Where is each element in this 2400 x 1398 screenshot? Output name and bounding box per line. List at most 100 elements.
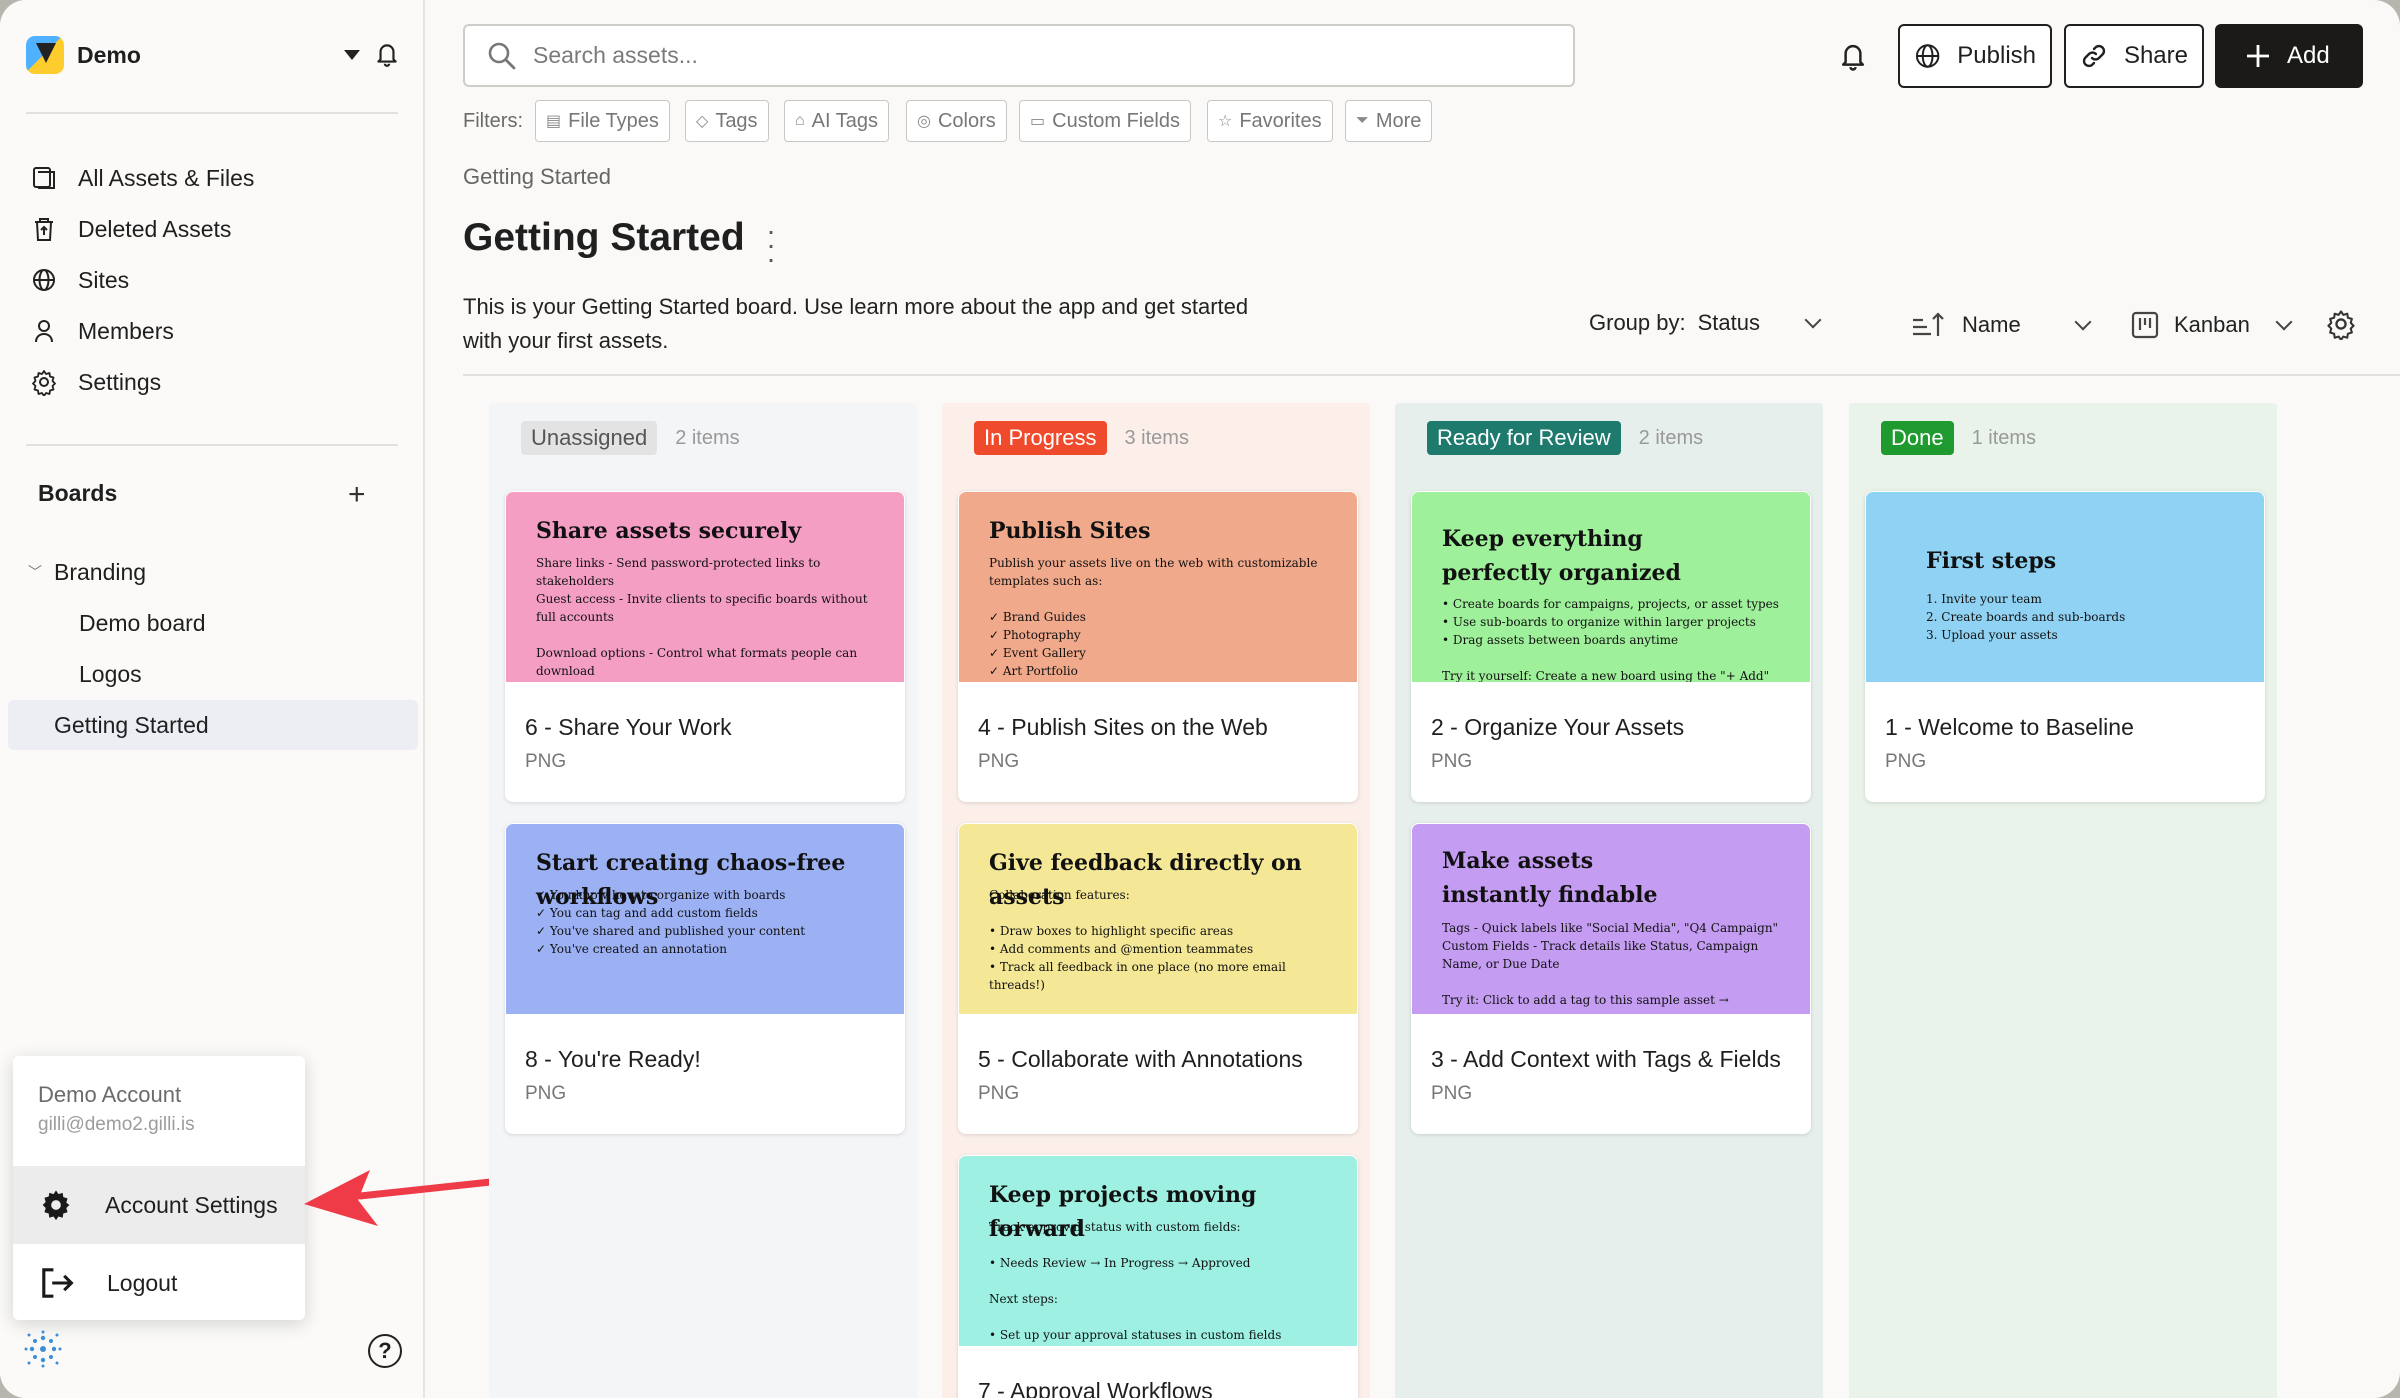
status-badge[interactable]: In Progress [974,421,1107,455]
asset-card[interactable]: Share assets securely Share links - Send … [505,491,905,802]
group-by-select[interactable]: Group by: Status [1589,310,1822,336]
more-options-icon[interactable]: · · · [765,217,777,273]
status-badge[interactable]: Done [1881,421,1954,455]
asset-card[interactable]: Publish Sites Publish your assets live on… [958,491,1358,802]
chevron-down-icon [2275,313,2293,331]
share-button[interactable]: Share [2064,24,2204,88]
asset-thumbnail: Keep projects moving forward Track approv… [959,1156,1357,1346]
asset-card[interactable]: Give feedback directly on assets Collabor… [958,823,1358,1134]
star-icon: ☆ [1218,113,1233,130]
sidebar-item-settings[interactable]: Settings [30,360,410,404]
thumbnail-heading: Make assets instantly findable [1442,848,1658,908]
asset-type: PNG [978,1083,1020,1104]
asset-thumbnail: Start creating chaos-free workflows ✓ You… [506,824,904,1014]
workspace-switcher[interactable]: Demo [26,36,400,74]
file-icon: ▤ [546,113,562,130]
chevron-down-icon[interactable]: ﹀ [28,562,42,582]
search-input[interactable] [533,42,1433,69]
add-button[interactable]: Add [2215,24,2363,88]
asset-type: PNG [525,751,567,772]
column-header: Done 1 items [1881,421,2036,455]
account-name: Demo Account [38,1082,182,1107]
thumbnail-body: Tags - Quick labels like "Social Media",… [1442,921,1779,1007]
thumbnail-heading: First steps [1926,548,2057,574]
logout-menu-item[interactable]: Logout [13,1244,305,1322]
asset-card[interactable]: Keep projects moving forward Track approv… [958,1155,1358,1398]
thumbnail-heading: Keep everything perfectly organized [1442,526,1681,586]
add-board-icon[interactable]: + [348,480,366,510]
account-menu: Demo Account gilli@demo2.gilli.is Accoun… [13,1056,305,1320]
files-icon [33,167,55,189]
thumbnail-heading: Publish Sites [989,518,1151,544]
asset-card[interactable]: Start creating chaos-free workflows ✓ You… [505,823,905,1134]
asset-thumbnail: First steps 1. Invite your team 2. Create… [1866,492,2264,682]
divider [26,112,398,114]
board-item-demo-board[interactable]: Demo board [79,601,206,645]
asset-thumbnail: Give feedback directly on assets Collabor… [959,824,1357,1014]
breadcrumb[interactable]: Getting Started [463,164,611,190]
account-email: gilli@demo2.gilli.is [38,1114,195,1135]
asset-title: 2 - Organize Your Assets [1431,714,1685,740]
filter-favorites[interactable]: ☆ Favorites [1207,100,1333,142]
notifications-bell-icon[interactable] [1838,40,1868,72]
publish-label: Publish [1957,42,2036,69]
logout-icon [42,1268,74,1298]
item-count: 2 items [675,426,740,449]
account-settings-menu-item[interactable]: Account Settings [13,1166,305,1244]
board-item-getting-started[interactable]: Getting Started [8,700,418,750]
group-by-value: Status [1697,310,1760,335]
filter-tags[interactable]: ◇ Tags [685,100,769,142]
tag-icon: ◇ [696,113,709,130]
divider [463,374,2400,376]
filter-file-types[interactable]: ▤ File Types [535,100,670,142]
app-window: Demo All Assets & Files Deleted Assets S… [0,0,2400,1398]
search-icon [488,42,516,69]
sidebar-item-members[interactable]: Members [30,309,410,353]
chevron-down-icon [2074,313,2092,331]
item-count: 3 items [1124,426,1189,449]
bell-icon[interactable] [374,40,400,68]
gear-icon [42,1190,70,1221]
filter-label: AI Tags [811,109,879,132]
asset-type: PNG [1431,1083,1473,1104]
filter-more[interactable]: ⏷ More [1345,100,1433,142]
column-header: In Progress 3 items [974,421,1189,455]
board-item-branding[interactable]: ﹀ Branding [28,550,146,594]
board-item-logos[interactable]: Logos [79,652,142,696]
group-by-label: Group by: [1589,310,1686,335]
filter-colors[interactable]: ◎ Colors [906,100,1007,142]
asset-card[interactable]: First steps 1. Invite your team 2. Create… [1865,491,2265,802]
sidebar: Demo All Assets & Files Deleted Assets S… [0,0,504,1398]
help-icon[interactable]: ? [368,1334,402,1368]
sidebar-item-label: Settings [78,368,162,395]
view-select[interactable]: Kanban [2130,310,2293,340]
asset-card[interactable]: Keep everything perfectly organized • Cre… [1411,491,1811,802]
filter-ai-tags[interactable]: ⌂ AI Tags [784,100,890,142]
board-settings-icon[interactable] [2325,308,2357,340]
workspace-logo [26,36,64,74]
app-logo-icon [24,1330,62,1368]
divider [26,444,398,446]
filters-label: Filters: [463,110,523,132]
page-title: Getting Started [463,216,745,259]
column-header: Unassigned 2 items [521,421,740,455]
thumbnail-body: 1. Invite your team 2. Create boards and… [1926,592,2126,642]
sidebar-item-all-assets[interactable]: All Assets & Files [30,156,410,200]
globe-icon [1915,44,1940,68]
asset-thumbnail: Make assets instantly findable Tags - Qui… [1412,824,1810,1014]
publish-button[interactable]: Publish [1898,24,2052,88]
sidebar-item-deleted-assets[interactable]: Deleted Assets [30,207,410,251]
sort-select[interactable]: Name [1911,310,2092,340]
chevron-down-icon[interactable] [344,50,360,60]
item-count: 1 items [1971,426,2037,449]
status-badge[interactable]: Unassigned [521,421,658,455]
filter-custom-fields[interactable]: ▭ Custom Fields [1019,100,1191,142]
filter-label: Tags [715,109,758,132]
asset-card[interactable]: Make assets instantly findable Tags - Qui… [1411,823,1811,1134]
thumbnail-body: ✓ You know how to organize with boards ✓… [536,888,806,956]
search-bar[interactable] [463,24,1575,87]
sidebar-item-label: All Assets & Files [78,164,255,191]
kanban-column-done: Done 1 items First steps 1. Invite your tea… [1849,403,2277,1398]
status-badge[interactable]: Ready for Review [1427,421,1621,455]
sidebar-item-sites[interactable]: Sites [30,258,410,302]
